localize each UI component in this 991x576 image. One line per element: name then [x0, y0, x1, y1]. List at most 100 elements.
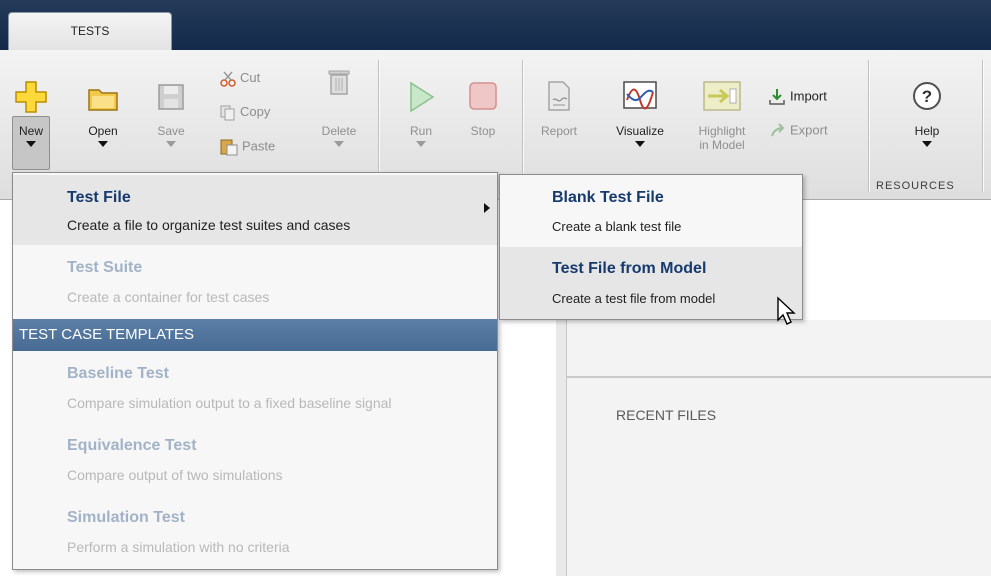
menu-item-equivalence-test[interactable]: Equivalence Test Compare output of two s… — [13, 425, 497, 495]
menu-item-test-file[interactable]: Test File Create a file to organize test… — [13, 175, 497, 245]
menu-section-test-case-templates: TEST CASE TEMPLATES — [13, 319, 497, 351]
ribbon-separator — [982, 60, 983, 192]
stop-button[interactable] — [458, 80, 508, 116]
help-label: Help — [914, 124, 940, 138]
run-label-group[interactable]: Run — [396, 124, 446, 147]
import-label: Import — [790, 88, 827, 104]
folder-icon — [88, 89, 118, 111]
new-button[interactable] — [6, 80, 56, 118]
document-icon — [548, 81, 570, 111]
menu-item-description: Perform a simulation with no criteria — [67, 539, 290, 555]
export-arrow-icon — [771, 123, 785, 137]
export-label: Export — [790, 122, 828, 138]
help-dropdown-arrow-icon[interactable] — [922, 141, 932, 147]
run-label: Run — [409, 124, 432, 138]
report-label-group[interactable]: Report — [534, 124, 584, 138]
menu-item-description: Compare output of two simulations — [67, 467, 283, 483]
highlight-label-line2: in Model — [699, 138, 745, 152]
submenu-item-description: Create a blank test file — [552, 219, 682, 234]
report-label: Report — [540, 124, 578, 138]
delete-dropdown-arrow-icon[interactable] — [334, 141, 344, 147]
trash-icon — [328, 70, 350, 95]
visualize-button[interactable] — [604, 80, 676, 114]
recent-files-heading: RECENT FILES — [616, 407, 717, 423]
highlight-arrow-icon — [703, 81, 741, 111]
menu-item-title: Test File — [67, 189, 131, 206]
menu-item-title: Test Suite — [67, 259, 143, 276]
help-label-group[interactable]: Help — [902, 124, 952, 147]
stop-label: Stop — [470, 124, 496, 138]
save-button[interactable] — [146, 82, 196, 116]
section-label-resources: RESOURCES — [876, 180, 955, 192]
open-button[interactable] — [78, 84, 128, 116]
open-label-group[interactable]: Open — [78, 124, 128, 147]
submenu-item-title: Test File from Model — [552, 260, 707, 277]
help-button[interactable]: ? — [902, 80, 952, 116]
copy-icon — [220, 105, 235, 121]
new-dropdown-menu: Test File Create a file to organize test… — [12, 172, 498, 570]
panel-divider — [566, 376, 991, 378]
toolstrip-tab-bar: TESTS — [0, 0, 991, 50]
question-icon: ? — [913, 82, 941, 110]
visualize-label-group[interactable]: Visualize — [604, 124, 676, 147]
delete-button[interactable] — [314, 68, 364, 100]
copy-button[interactable]: Copy — [220, 104, 270, 121]
new-dropdown-arrow-icon[interactable] — [26, 141, 36, 147]
import-arrow-icon — [769, 89, 785, 105]
run-button[interactable] — [396, 80, 446, 118]
new-button-label-group[interactable]: New — [6, 124, 56, 147]
test-file-submenu: Blank Test File Create a blank test file… — [499, 174, 803, 320]
plus-icon — [15, 81, 47, 113]
visualize-dropdown-arrow-icon[interactable] — [635, 141, 645, 147]
submenu-item-test-file-from-model[interactable]: Test File from Model Create a test file … — [500, 247, 802, 319]
menu-item-title: Equivalence Test — [67, 437, 197, 454]
tab-tests[interactable]: TESTS — [8, 12, 172, 50]
submenu-item-blank-test-file[interactable]: Blank Test File Create a blank test file — [500, 175, 802, 247]
play-icon — [410, 81, 435, 113]
delete-label: Delete — [321, 124, 357, 138]
submenu-item-title: Blank Test File — [552, 189, 664, 206]
submenu-item-description: Create a test file from model — [552, 291, 716, 306]
menu-item-simulation-test[interactable]: Simulation Test Perform a simulation wit… — [13, 497, 497, 567]
menu-item-baseline-test[interactable]: Baseline Test Compare simulation output … — [13, 353, 497, 423]
menu-item-title: Simulation Test — [67, 509, 185, 526]
open-label: Open — [88, 124, 118, 138]
paste-button[interactable]: Paste — [220, 138, 275, 156]
cut-button[interactable]: Cut — [220, 70, 260, 87]
copy-label: Copy — [240, 104, 271, 119]
open-dropdown-arrow-icon[interactable] — [98, 141, 108, 147]
waveform-icon — [623, 81, 657, 110]
paste-label: Paste — [242, 138, 276, 154]
mouse-cursor-icon — [777, 296, 796, 325]
ribbon-separator — [522, 60, 523, 192]
submenu-arrow-icon — [484, 203, 490, 213]
import-button[interactable]: Import — [768, 88, 827, 106]
delete-label-group[interactable]: Delete — [314, 124, 364, 147]
highlight-in-model-button[interactable] — [690, 80, 754, 116]
stop-icon — [469, 82, 497, 110]
start-page-panel — [566, 320, 991, 576]
highlight-label-line1: Highlight — [698, 124, 746, 138]
floppy-disk-icon — [158, 84, 184, 110]
cut-label: Cut — [240, 70, 261, 85]
svg-text:?: ? — [922, 87, 932, 106]
run-dropdown-arrow-icon[interactable] — [416, 141, 426, 147]
test-manager-window: TESTS New Open Save Cut Copy Paste Delet… — [0, 0, 991, 576]
save-dropdown-arrow-icon[interactable] — [166, 141, 176, 147]
scissors-icon — [220, 71, 236, 87]
visualize-label: Visualize — [616, 124, 664, 138]
menu-item-description: Create a file to organize test suites an… — [67, 217, 351, 233]
ribbon-separator — [868, 60, 869, 192]
highlight-label-group[interactable]: Highlight in Model — [690, 124, 754, 152]
menu-item-title: Baseline Test — [67, 365, 169, 382]
report-button[interactable] — [534, 80, 584, 116]
stop-label-group[interactable]: Stop — [458, 124, 508, 138]
menu-item-test-suite[interactable]: Test Suite Create a container for test c… — [13, 247, 497, 317]
clipboard-icon — [220, 139, 238, 156]
start-page-gutter — [556, 320, 566, 576]
menu-item-description: Create a container for test cases — [67, 289, 270, 305]
export-button[interactable]: Export — [768, 122, 828, 140]
menu-item-description: Compare simulation output to a fixed bas… — [67, 395, 392, 411]
save-label: Save — [157, 124, 185, 138]
save-label-group[interactable]: Save — [146, 124, 196, 147]
